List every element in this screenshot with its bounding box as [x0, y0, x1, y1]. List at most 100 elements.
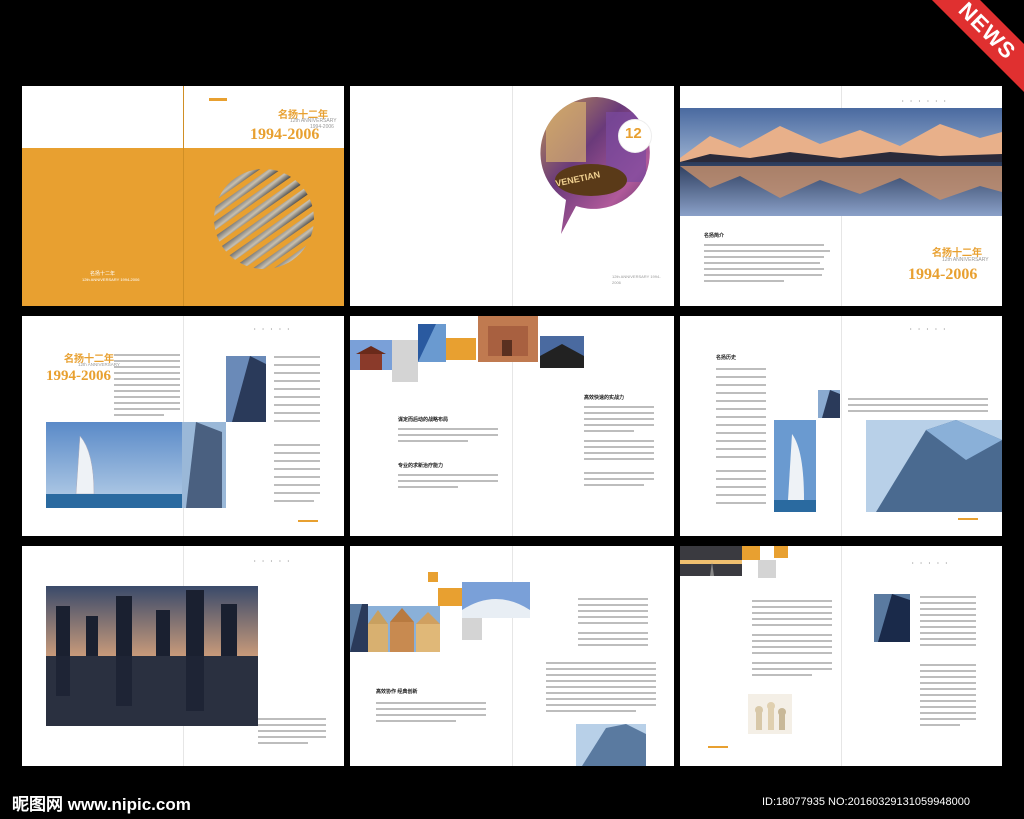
text-line: [274, 452, 320, 454]
text-line: [752, 674, 812, 676]
text-line: [704, 268, 824, 270]
heading-strategy: 谋定而后动的战略布局: [398, 417, 449, 423]
tower-photo-right: [182, 422, 226, 508]
pagoda-photo: [350, 340, 392, 370]
text-line: [274, 412, 320, 414]
spread-train: •••••: [680, 546, 1002, 766]
text-line: [752, 652, 832, 654]
text-line: [584, 484, 644, 486]
text-line: [398, 486, 458, 488]
text-line: [578, 644, 648, 646]
burj-years: 1994-2006: [46, 368, 111, 384]
text-line: [274, 468, 320, 470]
text-line: [578, 632, 648, 634]
text-line: [716, 424, 766, 426]
skyscraper-bottom-photo: [576, 724, 646, 766]
text-line: [920, 676, 976, 678]
building-thumb-photo: [818, 390, 840, 418]
gutter: [841, 546, 842, 766]
text-line: [546, 686, 656, 688]
text-line: [716, 376, 766, 378]
glass-facade-photo: [350, 604, 368, 652]
text-line: [578, 604, 648, 606]
text-line: [920, 614, 976, 616]
grey-block: [462, 618, 482, 640]
text-line: [114, 390, 180, 392]
spread-intro: •••••• 名扬简介 名扬十二年 12th ANNIVERSARY 1994-…: [680, 86, 1002, 306]
text-line: [114, 372, 180, 374]
grey-block: [392, 340, 418, 382]
orange-block: [438, 588, 462, 606]
text-line: [546, 704, 656, 706]
news-label: NEWS: [953, 0, 1021, 65]
text-line: [716, 470, 766, 472]
text-line: [752, 634, 832, 636]
text-line: [584, 440, 654, 442]
text-line: [258, 736, 326, 738]
spread-venetian: VENETIAN 12 12th ANNIVERSARY 1994-2006: [350, 86, 674, 306]
orange-block: [428, 572, 438, 582]
text-line: [114, 384, 180, 386]
text-line: [920, 626, 976, 628]
text-line: [546, 680, 656, 682]
text-line: [114, 414, 164, 416]
text-line: [398, 440, 468, 442]
text-line: [716, 416, 766, 418]
heading-intro: 名扬简介: [704, 233, 725, 239]
footer-mark: [708, 746, 728, 748]
mountain-lake-photo: [680, 108, 1002, 216]
text-line: [752, 612, 832, 614]
text-line: [584, 472, 654, 474]
text-line: [920, 724, 960, 726]
text-line: [752, 624, 832, 626]
text-line: [704, 244, 824, 246]
page-dots: •••••: [912, 560, 955, 565]
text-line: [752, 606, 832, 608]
orange-block: [774, 546, 788, 558]
text-line: [274, 460, 320, 462]
spread-cover: 名扬十二年 12th ANNIVERSARY 1994-2006 1994-20…: [22, 86, 344, 306]
text-line: [398, 480, 498, 482]
city-reflection-photo: [46, 586, 258, 726]
text-line: [752, 646, 832, 648]
text-line: [584, 452, 654, 454]
cover-years: 1994-2006: [250, 126, 320, 143]
cover-small-title: 名扬十二年: [90, 271, 116, 277]
text-line: [920, 664, 976, 666]
text-line: [546, 674, 656, 676]
spread-strategy: 谋定而后动的战略布局 专业的求新治疗能力 高效快速的实战力: [350, 316, 674, 536]
text-line: [398, 474, 498, 476]
gutter: [841, 316, 842, 536]
text-line: [258, 742, 308, 744]
text-line: [716, 440, 766, 442]
glass-skyscraper-photo: [866, 420, 1002, 512]
text-line: [376, 708, 486, 710]
text-line: [920, 688, 976, 690]
text-line: [274, 364, 320, 366]
text-line: [716, 486, 766, 488]
text-line: [920, 712, 976, 714]
spread-innovation: 高效协作 经典创新: [350, 546, 674, 766]
gutter: [183, 86, 184, 306]
text-line: [920, 682, 976, 684]
text-line: [716, 392, 766, 394]
text-line: [114, 396, 180, 398]
text-line: [274, 388, 320, 390]
text-line: [584, 424, 654, 426]
text-line: [810, 250, 830, 252]
text-line: [704, 262, 820, 264]
text-line: [716, 478, 766, 480]
text-line: [546, 710, 636, 712]
glass-tower-photo: [418, 324, 446, 362]
text-line: [114, 354, 180, 356]
gutter: [512, 546, 513, 766]
text-line: [704, 256, 824, 258]
text-line: [716, 456, 766, 458]
text-line: [716, 408, 766, 410]
page3-footer: 12th ANNIVERSARY 1994-2006: [612, 274, 661, 285]
train-station-photo: [680, 546, 742, 576]
text-line: [920, 596, 976, 598]
page-dots: •••••: [910, 326, 953, 331]
text-line: [546, 662, 656, 664]
text-line: [578, 598, 648, 600]
